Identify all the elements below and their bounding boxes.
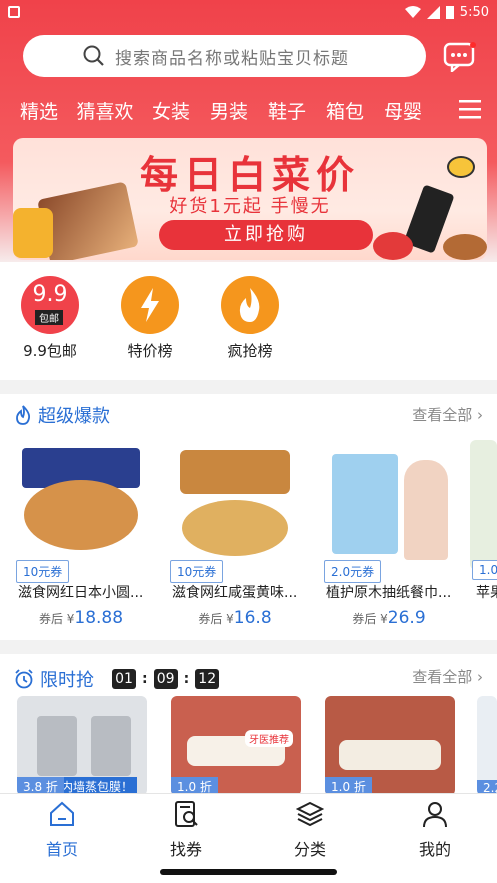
product-name: 滋食网红咸蛋黄味...	[172, 585, 298, 601]
discount-tag: 1.0 折	[325, 777, 372, 794]
category-tabs: 精选 猜喜欢 女装 男装 鞋子 箱包 母婴	[0, 92, 497, 128]
quick-link-label: 9.9包邮	[23, 342, 77, 360]
hot-section-title: 超级爆款	[38, 406, 110, 427]
status-time: 5:50	[459, 4, 489, 20]
alarm-clock-icon	[15, 669, 33, 689]
product-card[interactable]: 2.0元券 植护原木抽纸餐巾... 券后 ¥26.9	[316, 440, 462, 628]
product-name: 滋食网红日本小圆...	[18, 585, 144, 601]
fire-icon	[16, 405, 31, 425]
quick-links: 9.9 包邮 9.9包邮 特价榜 疯抢榜	[0, 262, 497, 380]
product-price: 券后 ¥26.9	[352, 608, 426, 628]
flash-section-header: 限时抢 01 : 09 : 12	[14, 666, 220, 692]
header: 5:50 搜索商品名称或粘贴宝贝标题 精选 猜喜欢 女装 男装 鞋子 箱包 母婴…	[0, 0, 497, 270]
search-icon	[83, 45, 104, 66]
tab-featured[interactable]: 精选	[10, 97, 68, 124]
timer-hours: 01	[112, 669, 136, 689]
product-card[interactable]: 1.0 苹果	[470, 440, 497, 602]
wifi-icon	[404, 5, 421, 18]
flash-section-title: 限时抢	[40, 670, 94, 691]
product-image	[16, 440, 146, 570]
tab-shoes[interactable]: 鞋子	[258, 97, 316, 124]
layers-icon	[295, 801, 325, 827]
notification-icon	[8, 6, 20, 18]
quick-link-9-9[interactable]: 9.9 包邮 9.9包邮	[10, 276, 90, 361]
signal-icon	[426, 5, 440, 19]
tab-bags[interactable]: 箱包	[316, 97, 374, 124]
flash-view-all-link[interactable]: 查看全部 ›	[412, 666, 483, 687]
product-name: 苹果	[476, 585, 497, 601]
search-placeholder: 搜索商品名称或粘贴宝贝标题	[115, 48, 349, 69]
quick-link-rush[interactable]: 疯抢榜	[210, 276, 290, 361]
coupon-search-icon	[175, 801, 198, 827]
quick-link-special-price[interactable]: 特价榜	[110, 276, 190, 361]
lightning-icon	[121, 276, 179, 334]
flash-item[interactable]: 1.0 折	[325, 696, 455, 794]
product-price: 券后 ¥16.8	[198, 608, 272, 628]
hot-products-section: 超级爆款 查看全部 › 10元券 滋食网红日本小圆... 券后 ¥18.88 1…	[0, 394, 497, 640]
flash-item-caption: 牙医推荐	[245, 730, 293, 747]
battery-icon	[445, 6, 454, 19]
banner-title: 每日白菜价	[139, 153, 360, 197]
nav-home[interactable]: 首页	[0, 800, 124, 860]
banner-subtitle: 好货1元起 手慢无	[169, 196, 331, 217]
nav-label: 找券	[169, 840, 202, 859]
product-image	[470, 440, 497, 570]
tab-mens[interactable]: 男装	[200, 97, 258, 124]
flash-item[interactable]: 内墙蒸包膜！ 3.8 折	[17, 696, 147, 794]
discount-tag: 1.0 折	[171, 777, 218, 794]
promo-banner[interactable]: 每日白菜价 好货1元起 手慢无 立即抢购	[13, 138, 487, 260]
message-icon[interactable]	[443, 40, 477, 72]
nav-label: 分类	[293, 840, 326, 859]
product-card[interactable]: 10元券 滋食网红日本小圆... 券后 ¥18.88	[8, 440, 154, 628]
product-image	[170, 440, 300, 570]
quick-link-label: 特价榜	[127, 342, 173, 360]
nav-profile[interactable]: 我的	[373, 800, 497, 860]
nav-categories[interactable]: 分类	[248, 800, 372, 860]
coupon-badge: 2.0元券	[324, 560, 382, 583]
tab-baby[interactable]: 母婴	[374, 97, 432, 124]
product-name: 植护原木抽纸餐巾...	[326, 585, 452, 601]
discount-tag: 3.8 折	[17, 777, 64, 794]
quick-link-label: 疯抢榜	[227, 342, 273, 360]
flash-sale-section: 限时抢 01 : 09 : 12 查看全部 › 内墙蒸包膜！ 3.8 折 牙医推…	[0, 654, 497, 794]
search-input[interactable]: 搜索商品名称或粘贴宝贝标题	[23, 35, 426, 77]
discount-tag: 2.2	[477, 780, 497, 794]
product-image	[324, 440, 454, 570]
tab-guess-like[interactable]: 猜喜欢	[68, 97, 142, 124]
home-icon	[50, 801, 74, 826]
menu-icon[interactable]	[459, 99, 481, 119]
coupon-badge: 1.0	[472, 560, 497, 580]
pecan-image	[443, 234, 487, 260]
hot-view-all-link[interactable]: 查看全部 ›	[412, 404, 483, 425]
home-indicator[interactable]	[160, 869, 337, 875]
hot-section-header: 超级爆款	[14, 402, 110, 428]
coupon-badge: 10元券	[170, 560, 224, 583]
flash-item[interactable]: 牙医推荐 1.0 折	[171, 696, 301, 794]
user-icon	[423, 802, 447, 828]
coupon-badge: 10元券	[16, 560, 70, 583]
nav-label: 首页	[45, 840, 78, 859]
tab-womens[interactable]: 女装	[142, 97, 200, 124]
timer-minutes: 09	[153, 669, 178, 689]
flash-item[interactable]: 2.2	[477, 696, 497, 794]
product-price: 券后 ¥18.88	[38, 608, 124, 628]
timer-seconds: 12	[195, 669, 220, 689]
banner-cta-button[interactable]: 立即抢购	[159, 220, 373, 250]
product-card[interactable]: 10元券 滋食网红咸蛋黄味... 券后 ¥16.8	[162, 440, 308, 628]
strawberry-image	[373, 232, 413, 260]
nav-find-coupons[interactable]: 找券	[124, 800, 248, 860]
nav-label: 我的	[418, 840, 451, 859]
status-bar: 5:50	[0, 0, 497, 24]
flame-icon	[221, 276, 279, 334]
flash-item-caption: 内墙蒸包膜！	[57, 777, 138, 794]
nine-nine-icon: 9.9 包邮	[21, 276, 79, 334]
